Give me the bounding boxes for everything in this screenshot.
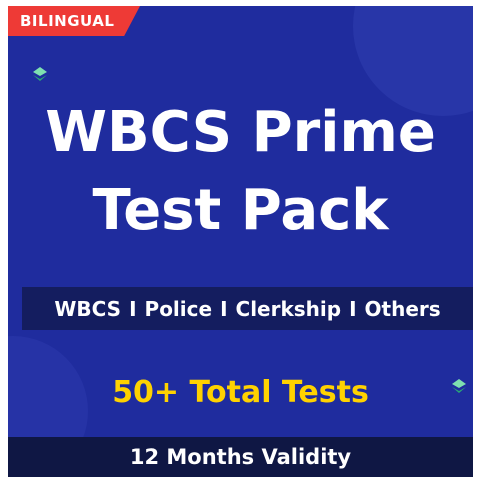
category-separator: I bbox=[220, 296, 228, 321]
category-bar: WBCS I Police I Clerkship I Others bbox=[22, 287, 473, 330]
validity-label: 12 Months Validity bbox=[129, 445, 352, 469]
validity-bar: 12 Months Validity bbox=[8, 437, 473, 477]
bilingual-badge-label: BILINGUAL bbox=[20, 12, 115, 30]
total-tests: 50+ Total Tests bbox=[112, 375, 369, 410]
category-separator: I bbox=[349, 296, 357, 321]
product-banner: BILINGUAL WBCS Prime Test Pack WBCS I Po… bbox=[8, 6, 473, 477]
gem-icon bbox=[33, 67, 47, 81]
title-line-2: Test Pack bbox=[92, 178, 389, 243]
category-others: Others bbox=[364, 296, 441, 321]
category-police: Police bbox=[144, 296, 213, 321]
category-wbcs: WBCS bbox=[54, 296, 122, 321]
category-clerkship: Clerkship bbox=[235, 296, 342, 321]
bilingual-badge: BILINGUAL bbox=[8, 6, 140, 36]
title-line-1: WBCS Prime bbox=[45, 100, 436, 165]
category-separator: I bbox=[129, 296, 137, 321]
